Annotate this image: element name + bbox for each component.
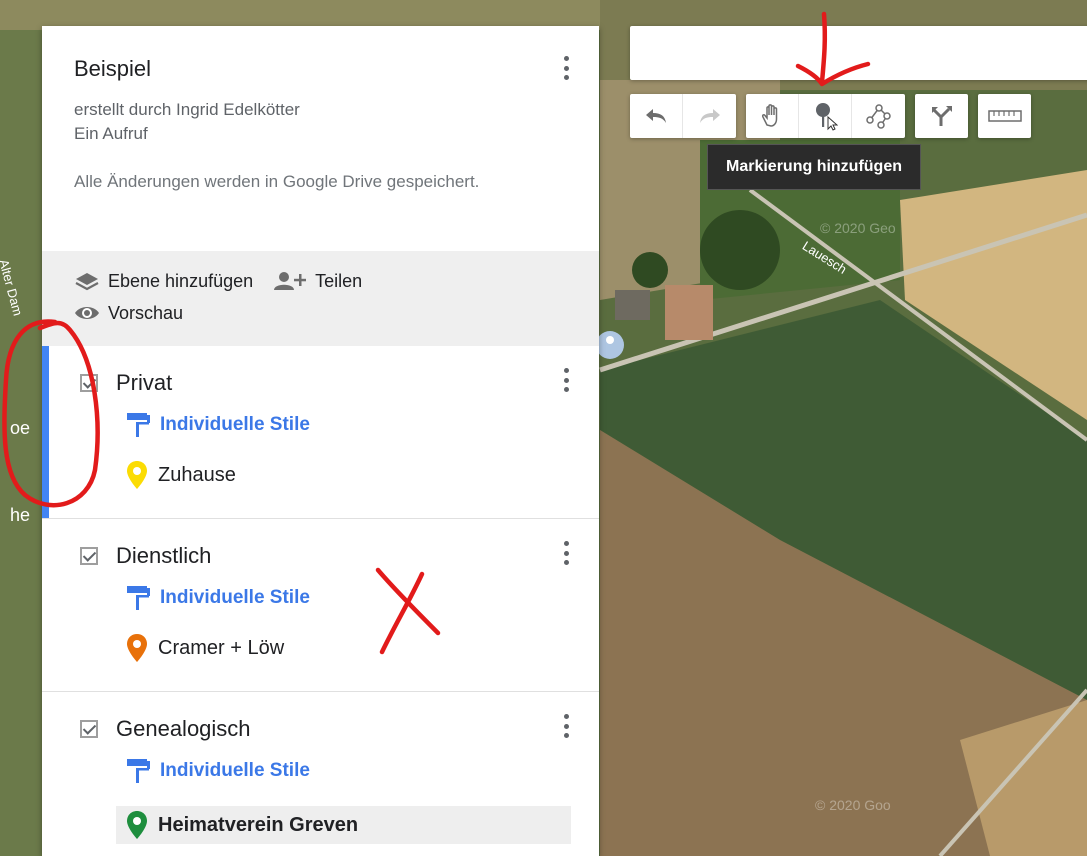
undo-button[interactable]	[630, 94, 683, 138]
layer-name[interactable]: Genealogisch	[116, 716, 251, 742]
redo-icon	[699, 109, 720, 123]
map-pin-icon	[127, 811, 147, 839]
place-item-selected[interactable]: Heimatverein Greven	[116, 806, 571, 844]
redo-button[interactable]	[683, 94, 736, 138]
map-title[interactable]: Beispiel	[74, 56, 567, 82]
layer-style-link[interactable]: Individuelle Stile	[126, 757, 310, 785]
map-watermark: © 2020 Geo	[820, 220, 896, 236]
hand-tool-button[interactable]	[746, 94, 799, 138]
layer-style-label: Individuelle Stile	[160, 414, 310, 435]
eye-icon	[75, 307, 99, 319]
layer-visibility-checkbox[interactable]	[80, 720, 98, 738]
route-icon	[931, 106, 952, 126]
add-marker-button[interactable]	[799, 94, 852, 138]
place-name: Heimatverein Greven	[158, 813, 359, 836]
panel-actions: Ebene hinzufügen Teilen Vorschau	[42, 251, 599, 346]
toolbar-tooltip: Markierung hinzufügen	[707, 144, 921, 190]
panel-header: Beispiel erstellt durch Ingrid Edelkötte…	[42, 26, 599, 251]
add-layer-label: Ebene hinzufügen	[108, 270, 254, 291]
search-input[interactable]	[630, 26, 1087, 80]
place-item[interactable]: Zuhause	[126, 460, 236, 490]
add-person-icon	[274, 272, 307, 290]
layer-genealogisch[interactable]: Genealogisch Individuelle Stile Heimatve…	[42, 692, 599, 856]
map-author: erstellt durch Ingrid Edelkötter	[74, 100, 300, 119]
layer-privat[interactable]: Privat Individuelle Stile Zuhause	[42, 346, 599, 519]
share-button[interactable]: Teilen	[273, 271, 362, 292]
place-name: Zuhause	[158, 463, 236, 486]
paint-roller-icon	[127, 759, 150, 783]
map-legend-panel: Beispiel erstellt durch Ingrid Edelkötte…	[42, 26, 599, 856]
layer-style-link[interactable]: Individuelle Stile	[126, 411, 310, 439]
layer-dienstlich[interactable]: Dienstlich Individuelle Stile Cramer + L…	[42, 519, 599, 692]
map-label-oe: oe	[10, 418, 31, 438]
preview-button[interactable]: Vorschau	[74, 303, 183, 324]
layer-style-link[interactable]: Individuelle Stile	[126, 584, 310, 612]
layer-options-kebab-icon[interactable]	[559, 714, 573, 738]
layer-name[interactable]: Privat	[116, 370, 172, 396]
place-name: Cramer + Löw	[158, 636, 285, 659]
preview-label: Vorschau	[108, 302, 184, 323]
place-item[interactable]: Cramer + Löw	[126, 633, 284, 663]
undo-icon	[646, 109, 666, 123]
layer-visibility-checkbox[interactable]	[80, 547, 98, 565]
map-description[interactable]: Ein Aufruf	[74, 122, 567, 146]
line-icon	[865, 104, 891, 129]
draw-line-button[interactable]	[852, 94, 905, 138]
map-options-kebab-icon[interactable]	[559, 56, 573, 80]
layer-style-label: Individuelle Stile	[160, 587, 310, 608]
layers-icon	[75, 273, 99, 291]
layer-visibility-checkbox[interactable]	[80, 374, 98, 392]
hand-icon	[762, 104, 778, 127]
add-layer-button[interactable]: Ebene hinzufügen	[74, 271, 253, 292]
selected-layer-indicator	[42, 346, 49, 518]
paint-roller-icon	[127, 586, 150, 610]
save-status: Alle Änderungen werden in Google Drive g…	[74, 172, 480, 191]
ruler-icon	[987, 110, 1022, 122]
layer-options-kebab-icon[interactable]	[559, 541, 573, 565]
layer-style-label: Individuelle Stile	[160, 760, 310, 781]
map-toolbar	[630, 94, 1041, 138]
paint-roller-icon	[127, 413, 150, 437]
marker-icon	[816, 103, 838, 131]
map-label-he: he	[10, 505, 31, 525]
map-pin-icon	[127, 634, 147, 662]
directions-button[interactable]	[915, 94, 968, 138]
layer-name[interactable]: Dienstlich	[116, 543, 211, 569]
layer-options-kebab-icon[interactable]	[559, 368, 573, 392]
map-pin-icon	[127, 461, 147, 489]
measure-button[interactable]	[978, 94, 1031, 138]
map-watermark: © 2020 Goo	[815, 797, 891, 813]
share-label: Teilen	[315, 270, 363, 291]
